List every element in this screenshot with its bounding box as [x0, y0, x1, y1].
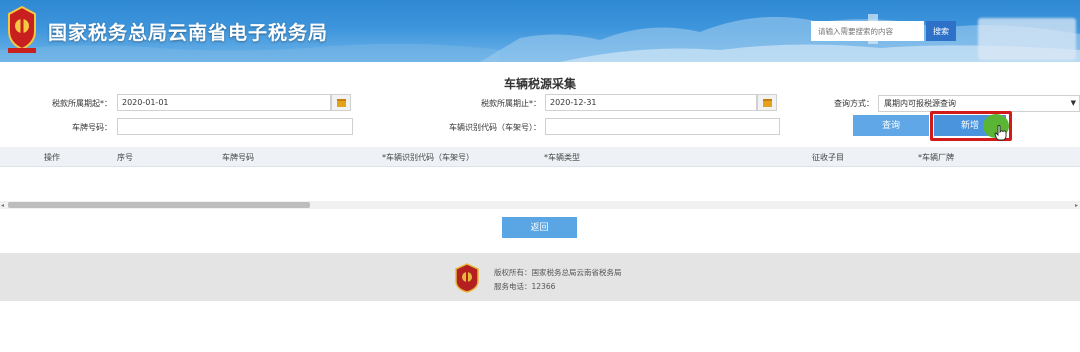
service-phone: 服务电话：12366: [494, 282, 556, 291]
hand-cursor-icon: [994, 125, 1007, 141]
copyright-text: 版权所有：国家税务总局云南省税务局: [494, 268, 622, 277]
column-header: 征收子目: [812, 153, 844, 162]
query-mode-label: 查询方式：: [834, 99, 874, 108]
period-start-input[interactable]: 2020-01-01: [117, 94, 331, 111]
site-header: 国家税务总局云南省电子税务局 搜索: [0, 0, 1080, 62]
search-button[interactable]: 搜索: [926, 21, 956, 41]
search-input[interactable]: [811, 21, 924, 41]
plate-label: 车牌号码：: [72, 123, 112, 132]
tax-emblem-icon: [8, 5, 36, 53]
table-header: 操作 序号 车牌号码 *车辆识别代码（车架号） *车辆类型 征收子目 *车辆厂牌: [0, 147, 1080, 167]
query-mode-select[interactable]: 属期内可报税源查询 ▼: [878, 95, 1080, 112]
column-header: *车辆识别代码（车架号）: [382, 153, 474, 162]
vin-input[interactable]: [545, 118, 780, 135]
plate-input[interactable]: [117, 118, 353, 135]
tax-emblem-icon: [455, 263, 479, 293]
calendar-icon[interactable]: [331, 94, 351, 111]
column-header: 车牌号码: [222, 153, 254, 162]
column-header: *车辆厂牌: [918, 153, 954, 162]
column-header: *车辆类型: [544, 153, 580, 162]
site-title: 国家税务总局云南省电子税务局: [48, 22, 329, 44]
chevron-down-icon: ▼: [1070, 99, 1076, 107]
calendar-icon[interactable]: [757, 94, 777, 111]
period-start-label: 税款所属期起*：: [52, 99, 112, 108]
query-mode-value: 属期内可报税源查询: [884, 99, 956, 108]
scroll-left-arrow-icon[interactable]: ◂: [1, 202, 4, 209]
scroll-thumb[interactable]: [8, 202, 310, 208]
user-info-blurred: [978, 18, 1076, 60]
horizontal-scrollbar[interactable]: ◂ ▸: [0, 201, 1080, 209]
page-title: 车辆税源采集: [503, 77, 576, 91]
back-button[interactable]: 返回: [502, 217, 577, 238]
period-end-input[interactable]: 2020-12-31: [545, 94, 757, 111]
scroll-right-arrow-icon[interactable]: ▸: [1075, 202, 1078, 209]
query-button[interactable]: 查询: [853, 115, 929, 136]
site-footer: 版权所有：国家税务总局云南省税务局 服务电话：12366: [0, 253, 1080, 301]
column-header: 序号: [117, 153, 133, 162]
vin-label: 车辆识别代码（车架号）：: [449, 123, 541, 132]
period-end-label: 税款所属期止*：: [481, 99, 541, 108]
column-header: 操作: [44, 153, 60, 162]
